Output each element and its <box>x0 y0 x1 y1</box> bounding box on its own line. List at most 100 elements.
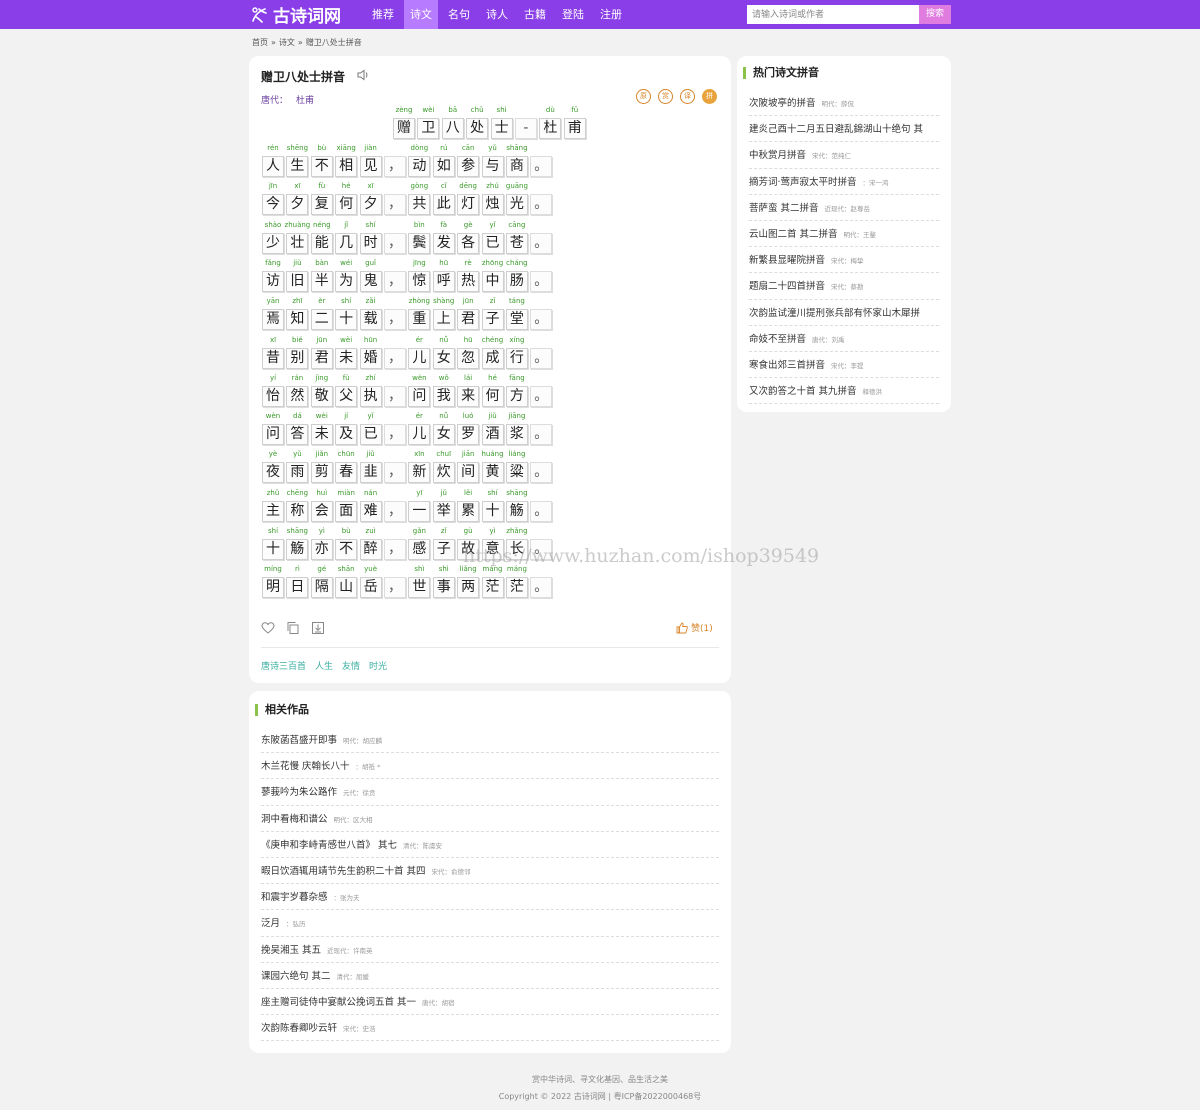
view-badge[interactable]: 原 <box>636 89 651 104</box>
char-box: 各 <box>457 232 480 254</box>
site-logo[interactable]: 古诗词网 <box>249 3 341 27</box>
char-box: 上 <box>432 309 455 331</box>
item-author: 明代：王鏊 <box>843 230 877 239</box>
pinyin-label: shí <box>365 220 376 229</box>
hot-list-item[interactable]: 命妓不至拼音 唐代：刘禹 <box>749 326 939 352</box>
char-box: 罗 <box>457 424 480 446</box>
char-cell: cāng 苍 <box>505 221 529 254</box>
nav-item[interactable]: 古籍 <box>518 0 552 29</box>
search-input[interactable] <box>747 5 919 24</box>
related-list-item[interactable]: 洞中看梅和谱公 明代：区大相 <box>261 806 719 832</box>
hot-list-item[interactable]: 中秋赏月拼音 宋代：范纯仁 <box>749 142 939 169</box>
hot-list-item[interactable]: 次陂坡亭的拼音 明代：薛侃 <box>749 90 939 117</box>
nav-item[interactable]: 名句 <box>442 0 476 29</box>
download-icon[interactable] <box>311 621 325 635</box>
item-title: 建炎己酉十二月五日避乱錦湖山十绝句 其 <box>749 124 924 136</box>
related-list-item[interactable]: 蓼莪吟为朱公路作 元代：徐贲 <box>261 779 719 806</box>
related-list-item[interactable]: 木兰花慢 庆翰长八十 ：胡祗 * <box>261 753 719 780</box>
hot-list-item[interactable]: 次韵监试潼川提刑张兵部有怀家山木犀拼 <box>749 300 939 326</box>
char-box: ， <box>383 577 406 599</box>
char-cell: shēng 生 <box>285 144 309 177</box>
char-cell: shào 少 <box>261 221 285 254</box>
breadcrumb-home[interactable]: 首页 <box>252 38 268 47</box>
char-cell: shí 十 <box>261 527 285 560</box>
nav-item[interactable]: 注册 <box>594 0 628 29</box>
char-box: 甫 <box>563 118 586 139</box>
item-author: 宋代：李提 <box>831 361 864 370</box>
hot-list-item[interactable]: 又次韵答之十首 其九拼音 释德洪 <box>749 378 939 405</box>
char-box: 昔 <box>262 347 284 369</box>
char-box: 忽 <box>457 347 480 369</box>
char-box: 载 <box>359 309 382 331</box>
related-list-item[interactable]: 课园六绝句 其二 清代：屈媛 <box>261 963 719 989</box>
heart-icon[interactable] <box>261 621 275 635</box>
hot-list-item[interactable]: 寒食出郊三首拼音 宋代：李提 <box>749 352 939 379</box>
footer-slogan: 赏中华诗词、寻文化基因、品生活之美 <box>532 1075 668 1084</box>
related-list-item[interactable]: 东陂菡萏盛开即事 明代：胡应麟 <box>261 727 719 754</box>
char-box: 十 <box>262 539 284 560</box>
poem-heading-row: zèng 赠 wèi 卫 bā 八 chǔ 处 shì 士 - dù 杜 fǔ 甫 <box>392 106 587 139</box>
nav-item[interactable]: 诗人 <box>480 0 514 29</box>
char-box: 。 <box>530 270 553 292</box>
char-cell: zhú 烛 <box>481 182 505 216</box>
hot-list-item[interactable]: 菩萨蛮 其二拼音 近现代：赵尊岳 <box>749 195 939 221</box>
copy-icon[interactable] <box>286 621 300 635</box>
poem-line-row: wèn 问 dá 答 wèi 未 jí 及 yǐ 已， ér 儿 nǚ 女 luó 罗 jiǔ 酒 jiāng 浆。 <box>261 412 554 446</box>
related-list-item[interactable]: 座主赠司徒侍中宴献公挽词五首 其一 唐代：胡宿 <box>261 989 719 1016</box>
char-cell: yì 亦 <box>310 527 334 560</box>
related-list-item[interactable]: 暇日饮酒辄用靖节先生韵积二十首 其四 宋代：俞德邻 <box>261 858 719 885</box>
related-works-card: 相关作品 东陂菡萏盛开即事 明代：胡应麟 木兰花慢 庆翰长八十 ：胡祗 * 蓼莪吟为朱公… <box>249 691 731 1053</box>
char-cell: jiǔ 酒 <box>481 412 505 446</box>
char-cell: dēng 灯 <box>456 182 480 216</box>
hot-section-title: 热门诗文拼音 <box>743 67 819 79</box>
char-cell: yǔ 与 <box>481 144 505 177</box>
related-list-item[interactable]: 泛月 ：弘历 <box>261 910 719 937</box>
char-box: 敬 <box>310 385 333 407</box>
nav-item[interactable]: 登陆 <box>556 0 590 29</box>
char-cell: lěi 累 <box>456 489 480 522</box>
char-box: 鬼 <box>359 270 382 292</box>
tag-list: 唐诗三百首 人生 友情 时光 <box>261 659 396 672</box>
breadcrumb-poems[interactable]: 诗文 <box>279 38 295 47</box>
related-list-item[interactable]: 挽吴湘玉 其五 近现代：许南英 <box>261 937 719 963</box>
related-list-item[interactable]: 和震宇岁暮杂感 ：张为夫 <box>261 884 719 911</box>
hot-list-item[interactable]: 摘芳词·莺声寂太平时拼音 ：宋一鸿 <box>749 169 939 195</box>
pinyin-label: xíng <box>509 335 525 344</box>
like-button[interactable]: 赞(1) <box>676 621 713 634</box>
view-badge[interactable]: 译 <box>680 89 695 104</box>
poem-card: 赠卫八处士拼音 唐代： 杜甫 原赏译拼 zèng 赠 wèi 卫 bā 八 chǔ 处 shì 士 -… <box>249 56 731 683</box>
search-button[interactable]: 搜索 <box>919 5 951 24</box>
tag-link[interactable]: 友情 <box>342 659 360 672</box>
char-cell: zǎi 载 <box>359 297 383 331</box>
related-list-item[interactable]: 次韵陈春卿吵云轩 宋代：史浩 <box>261 1015 719 1042</box>
char-cell: shāng 商 <box>505 144 529 177</box>
tag-link[interactable]: 人生 <box>315 659 333 672</box>
item-author: 近现代：许南英 <box>327 946 373 955</box>
char-box: 夕 <box>286 194 309 216</box>
hot-list-item[interactable]: 云山图二首 其二拼音 明代：王鏊 <box>749 221 939 248</box>
char-cell: dá 答 <box>285 412 309 446</box>
view-badge[interactable]: 赏 <box>658 89 673 104</box>
related-list-item[interactable]: 《庚申和李峙青感世八首》 其七 清代：陈虞安 <box>261 832 719 858</box>
char-box: 如 <box>432 156 455 177</box>
tag-link[interactable]: 唐诗三百首 <box>261 659 306 672</box>
hot-list-item[interactable]: 题扇二十四首拼音 宋代：蔡勘 <box>749 273 939 300</box>
hot-list-item[interactable]: 新繁县显曜院拼音 宋代：梅挚 <box>749 247 939 274</box>
item-title: 寒食出郊三首拼音 <box>749 359 826 371</box>
item-title: 次韵监试潼川提刑张兵部有怀家山木犀拼 <box>749 307 921 319</box>
tag-link[interactable]: 时光 <box>369 659 387 672</box>
item-title: 东陂菡萏盛开即事 <box>261 735 338 746</box>
author-link[interactable]: 杜甫 <box>296 96 314 106</box>
char-box: 时 <box>359 232 382 254</box>
hot-list-item[interactable]: 建炎己酉十二月五日避乱錦湖山十绝句 其 <box>749 116 939 143</box>
nav-item[interactable]: 推荐 <box>366 0 400 29</box>
char-box: 婚 <box>359 347 382 369</box>
view-badge[interactable]: 拼 <box>702 89 717 104</box>
pinyin-label: jiàn <box>364 144 377 152</box>
item-title: 新繁县显曜院拼音 <box>749 255 826 267</box>
speaker-icon[interactable] <box>356 68 370 82</box>
char-box: 处 <box>466 118 489 139</box>
char-cell: shì 事 <box>432 565 456 599</box>
char-box: 日 <box>286 577 309 599</box>
nav-item[interactable]: 诗文 <box>404 0 438 29</box>
